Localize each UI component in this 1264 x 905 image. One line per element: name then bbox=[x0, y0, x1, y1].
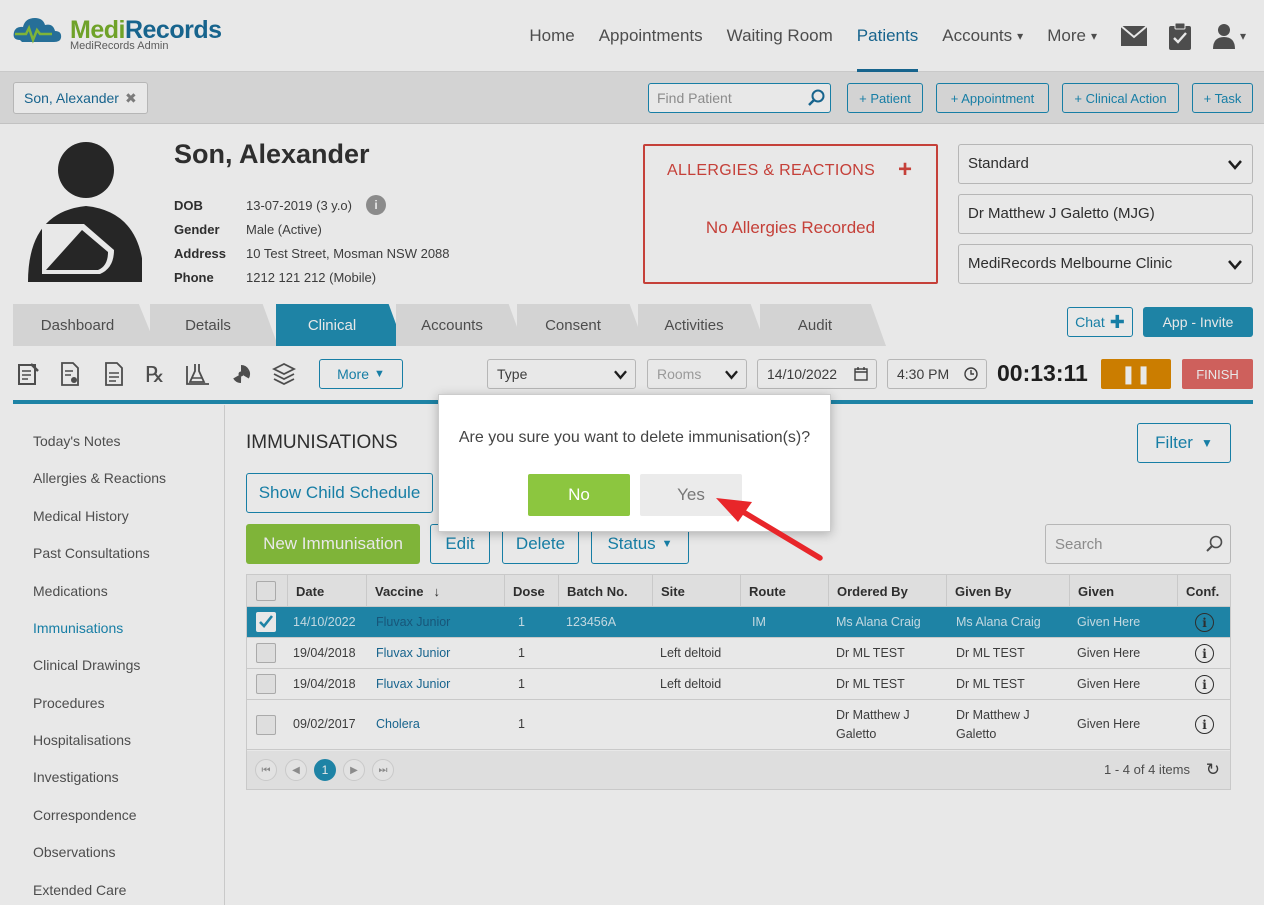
dialog-question: Are you sure you want to delete immunisa… bbox=[458, 429, 811, 446]
dialog-no-button[interactable]: No bbox=[528, 474, 630, 516]
annotation-arrow-icon bbox=[716, 498, 823, 561]
